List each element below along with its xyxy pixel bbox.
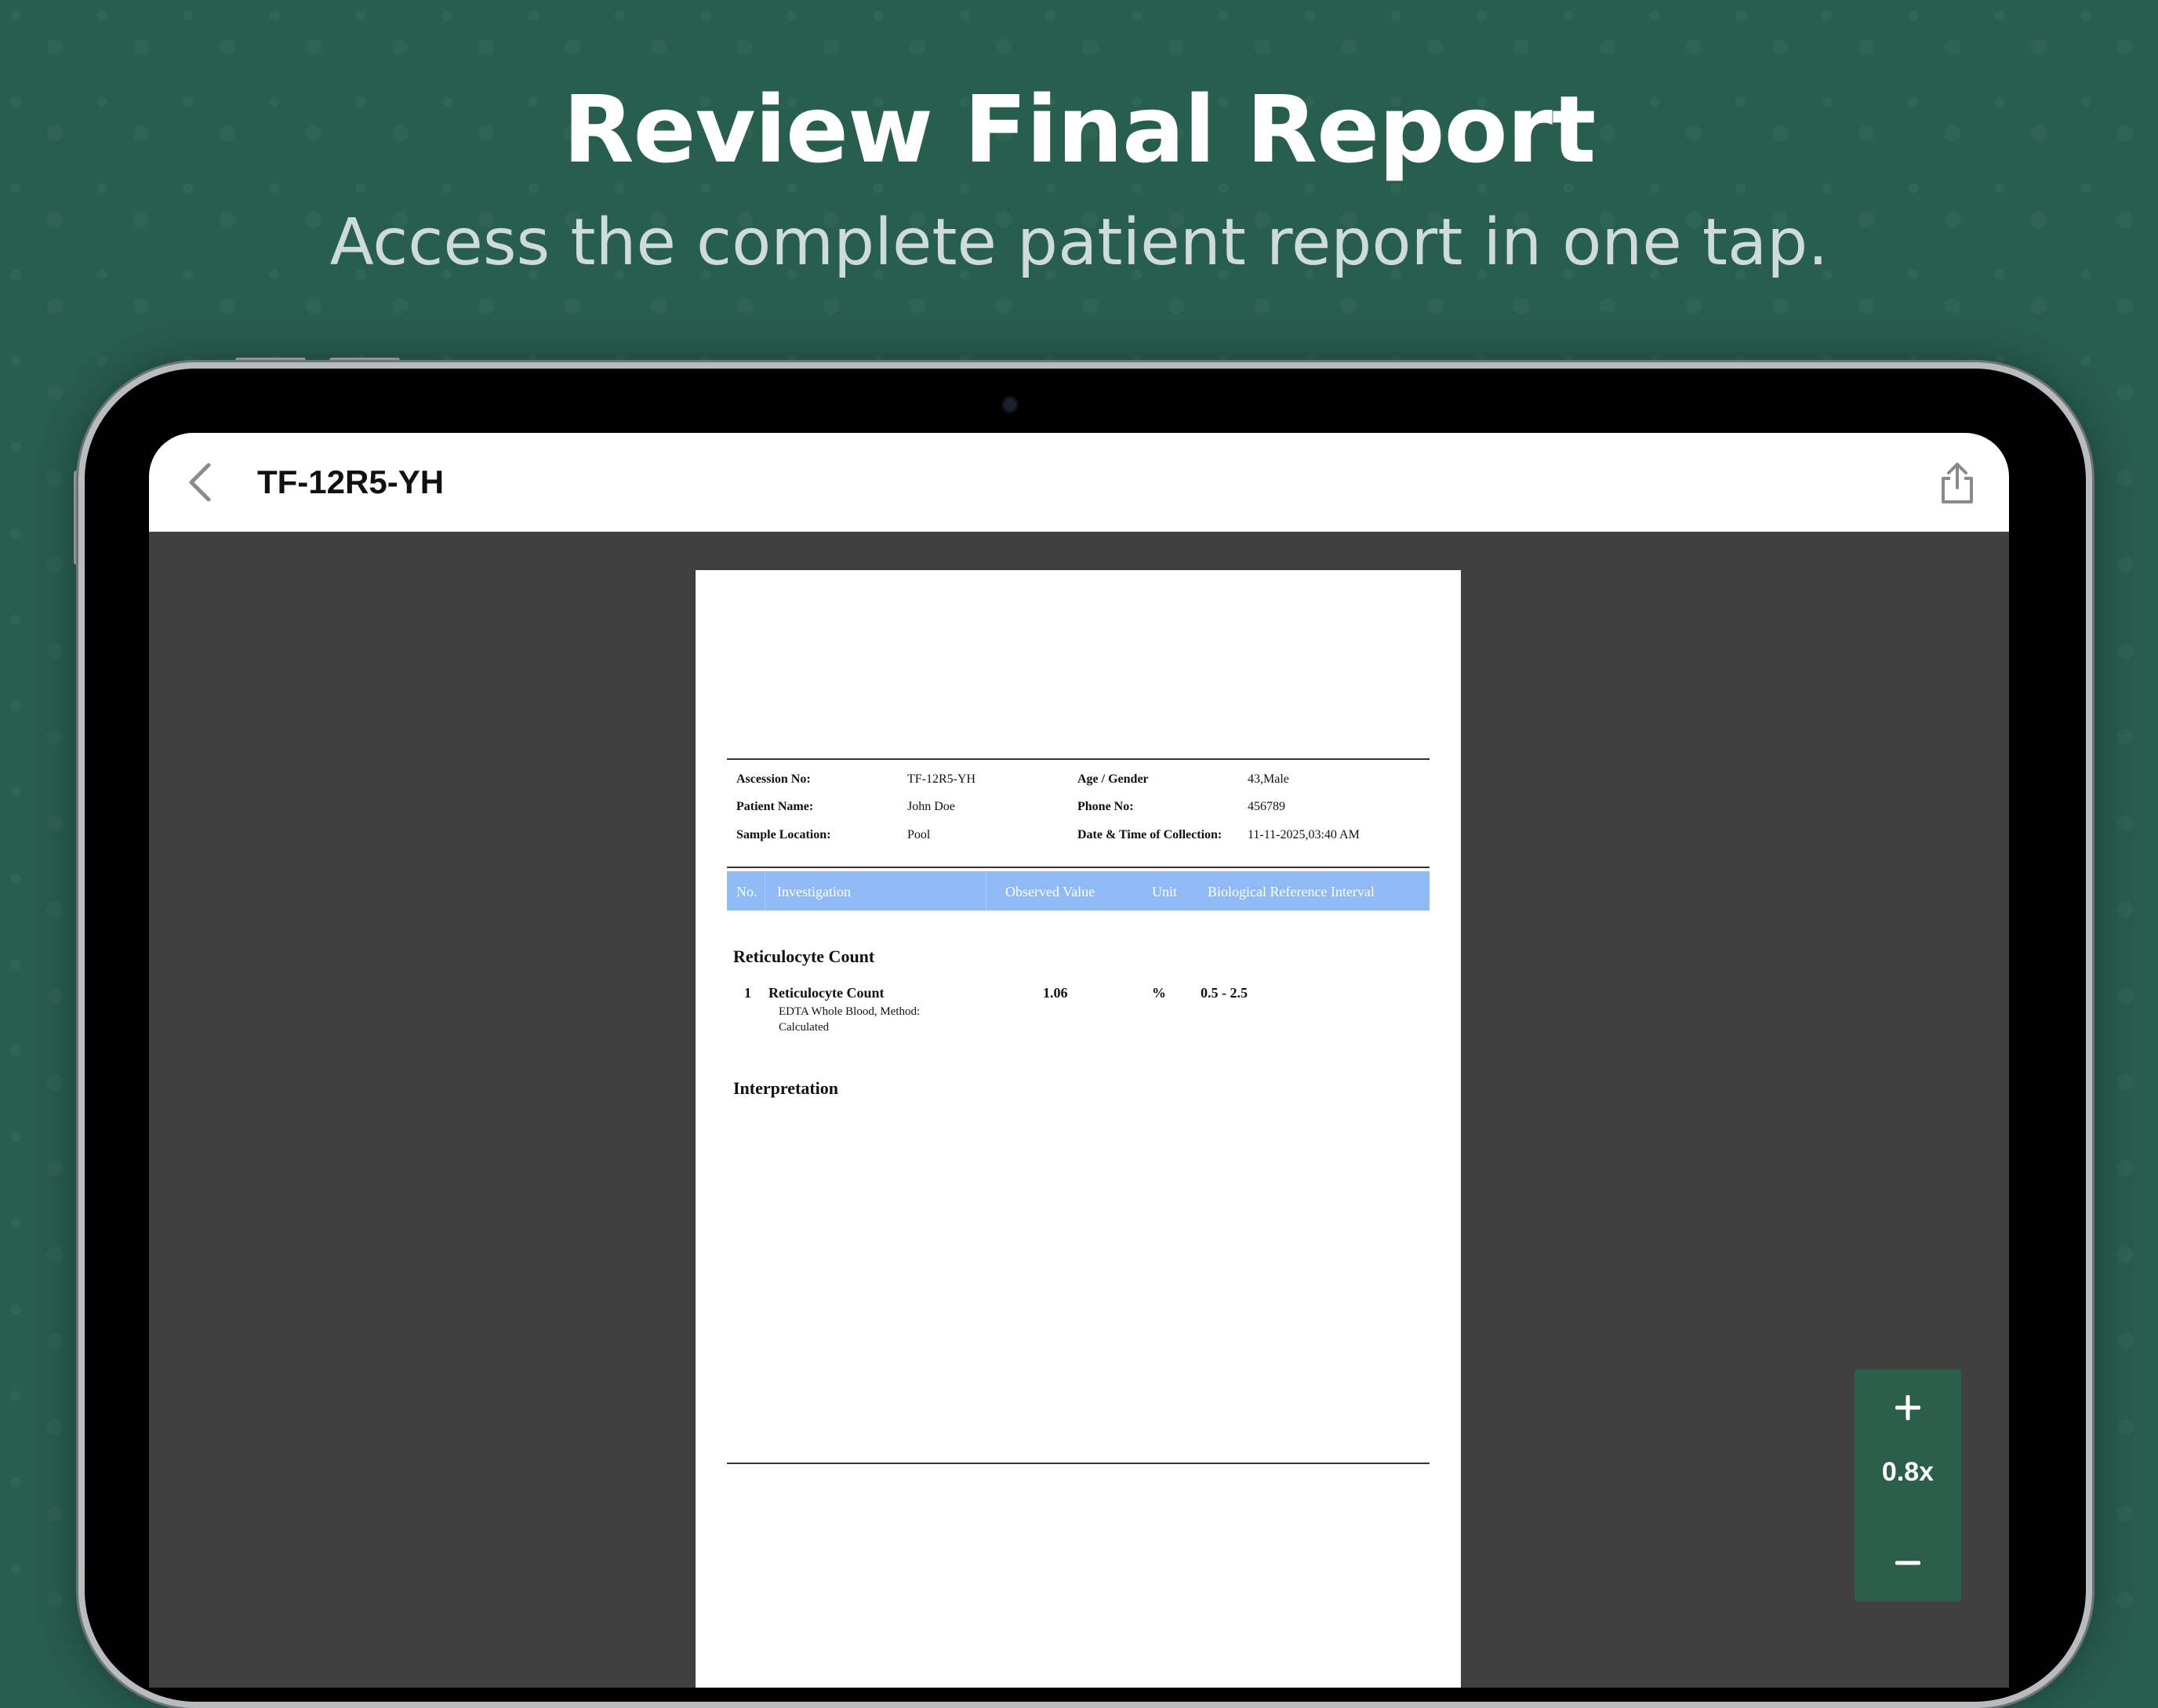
zoom-out-button[interactable] [1855,1535,1961,1590]
plus-icon [1895,1395,1920,1420]
zoom-level: 0.8x [1881,1457,1935,1487]
hero-title: Review Final Report [562,75,1597,184]
info-value: John Doe [907,800,955,813]
report-bottom-divider [727,1463,1430,1464]
patient-info-row: Sample Location: Pool Date & Time of Col… [736,828,1426,852]
minus-icon [1895,1561,1920,1565]
header-observed-value: Observed Value [1005,884,1095,899]
header-unit: Unit [1152,884,1178,899]
patient-info-row: Ascession No: TF-12R5-YH Age / Gender 43… [736,772,1426,796]
info-value: TF-12R5-YH [907,772,976,786]
header-investigation: Investigation [777,884,851,899]
report-page: Ascession No: TF-12R5-YH Age / Gender 43… [696,570,1461,1688]
result-detail: EDTA Whole Blood, Method: [779,1005,921,1018]
info-label: Date & Time of Collection: [1077,828,1223,841]
result-detail: Calculated [779,1021,830,1034]
result-value: 1.06 [1043,985,1068,1001]
result-name: Reticulocyte Count [768,985,885,1001]
share-button[interactable] [1935,461,1979,505]
result-unit: % [1152,985,1166,1001]
share-icon [1942,463,1973,503]
result-no: 1 [744,985,751,1001]
chevron-left-icon [189,463,211,502]
info-label: Age / Gender [1077,772,1149,786]
info-value: 11-11-2025,03:40 AM [1248,828,1360,841]
page-title: TF-12R5-YH [257,463,445,500]
section-title: Reticulocyte Count [733,947,875,966]
report-top-divider [727,758,1430,760]
info-label: Phone No: [1077,800,1134,813]
navigation-bar: TF-12R5-YH [149,433,2009,532]
info-label: Patient Name: [736,800,814,813]
info-value: 43,Male [1248,772,1289,786]
zoom-in-button[interactable] [1855,1380,1961,1435]
patient-info-row: Patient Name: John Doe Phone No: 456789 [736,800,1426,823]
result-range: 0.5 - 2.5 [1201,985,1248,1001]
interpretation-title: Interpretation [733,1078,839,1098]
info-value: Pool [907,828,931,841]
patient-info-divider [727,867,1430,868]
info-label: Sample Location: [736,828,831,841]
header-no: No. [736,884,757,899]
front-camera [1004,398,1016,411]
info-value: 456789 [1248,800,1285,813]
back-button[interactable] [169,451,232,514]
results-table-header: No. Investigation Observed Value Unit Bi… [727,871,1430,910]
app-screen: TF-12R5-YH Ascession No: TF-12R5-YH Age … [149,433,2009,1688]
header-reference-interval: Biological Reference Interval [1208,884,1375,899]
info-label: Ascession No: [736,772,811,786]
zoom-control: 0.8x [1855,1369,1961,1601]
hero-subtitle: Access the complete patient report in on… [329,205,1829,280]
